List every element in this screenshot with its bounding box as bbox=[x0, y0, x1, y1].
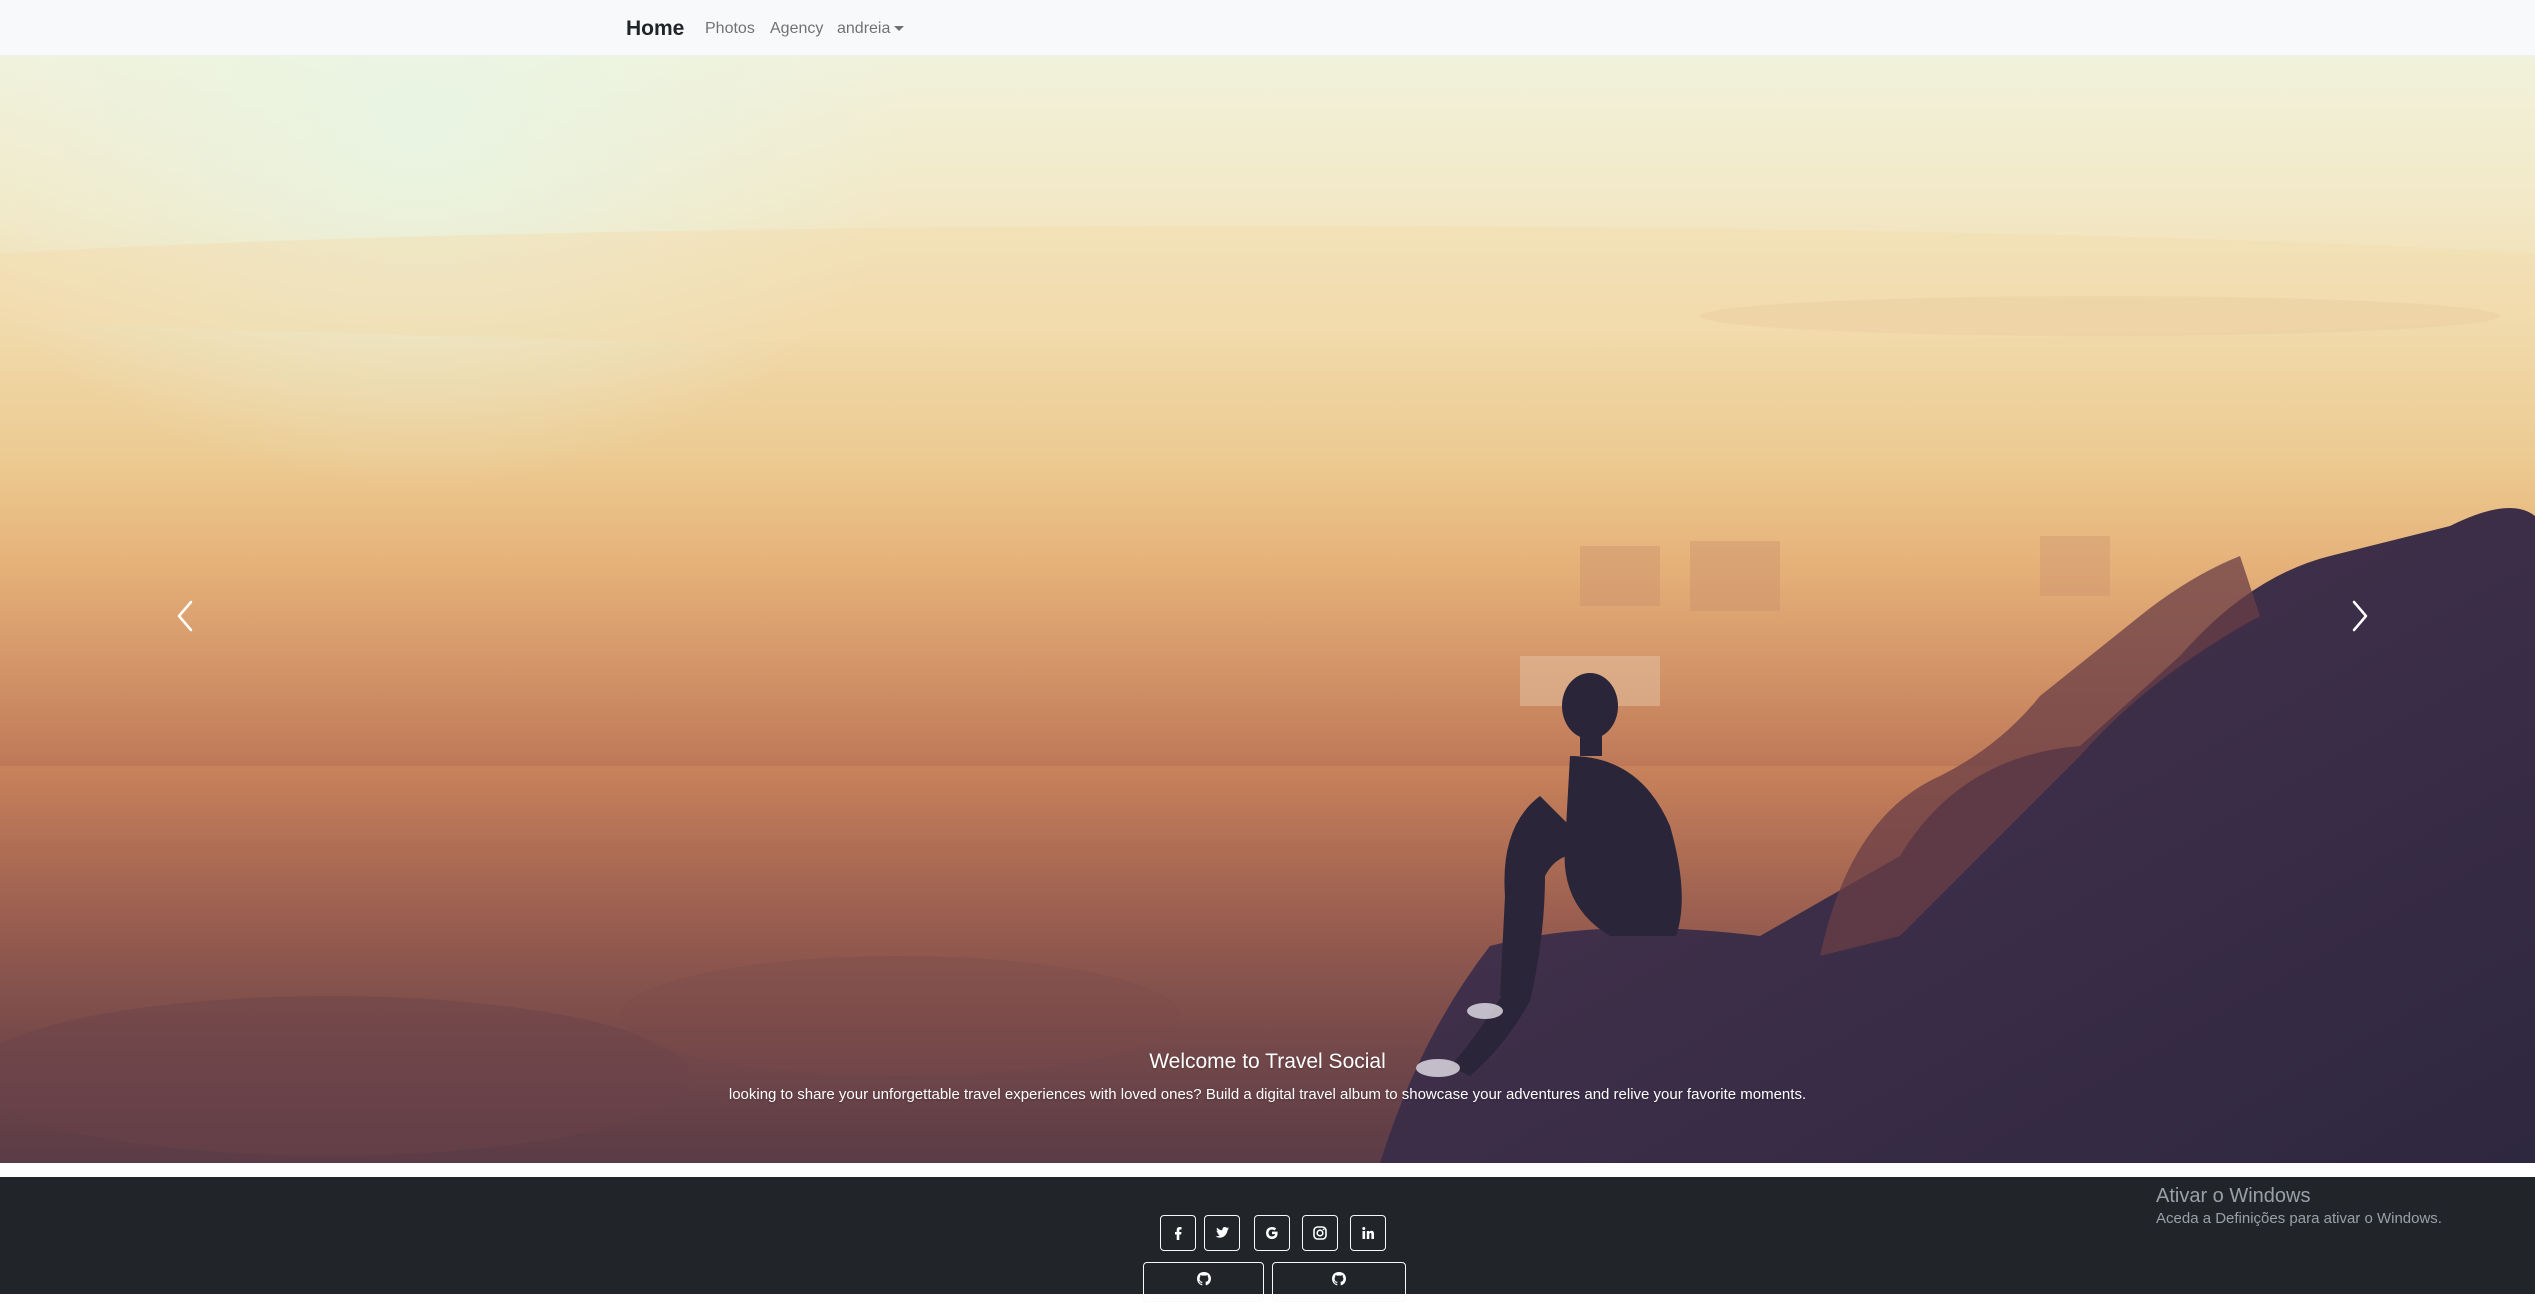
carousel-next-button[interactable] bbox=[2330, 576, 2390, 656]
facebook-button[interactable] bbox=[1160, 1215, 1196, 1251]
caret-down-icon bbox=[894, 26, 905, 32]
nav-link-agency[interactable]: Agency bbox=[770, 15, 823, 43]
chevron-right-icon bbox=[2352, 600, 2368, 632]
facebook-icon bbox=[1175, 1227, 1182, 1240]
windows-activation-watermark: Ativar o Windows Aceda a Definições para… bbox=[2156, 1183, 2442, 1229]
carousel-caption-text: looking to share your unforgettable trav… bbox=[728, 1086, 1807, 1103]
nav-link-photos[interactable]: Photos bbox=[705, 15, 755, 43]
google-icon bbox=[1266, 1227, 1278, 1239]
section-divider bbox=[0, 1163, 2535, 1177]
footer bbox=[0, 1177, 2535, 1302]
hero-image bbox=[0, 226, 2535, 1163]
windows-activation-subtitle: Aceda a Definições para ativar o Windows… bbox=[2156, 1210, 2442, 1227]
instagram-button[interactable] bbox=[1302, 1215, 1338, 1251]
carousel-prev-button[interactable] bbox=[155, 576, 215, 656]
chevron-left-icon bbox=[177, 600, 193, 632]
twitter-icon bbox=[1215, 1227, 1229, 1238]
github-button-2[interactable] bbox=[1272, 1262, 1406, 1302]
navbar: Home Photos Agency andreia bbox=[0, 0, 2535, 56]
github-icon bbox=[1332, 1272, 1346, 1286]
hero-carousel: Welcome to Travel Social looking to shar… bbox=[0, 56, 2535, 1163]
windows-activation-title: Ativar o Windows bbox=[2156, 1185, 2311, 1207]
github-icon bbox=[1196, 1272, 1211, 1286]
linkedin-icon bbox=[1362, 1227, 1374, 1239]
user-dropdown-label: andreia bbox=[837, 20, 891, 37]
linkedin-button[interactable] bbox=[1350, 1215, 1386, 1251]
twitter-button[interactable] bbox=[1204, 1215, 1240, 1251]
instagram-icon bbox=[1313, 1226, 1327, 1240]
google-button[interactable] bbox=[1254, 1215, 1290, 1251]
brand-home-link[interactable]: Home bbox=[626, 14, 684, 44]
carousel-caption-title: Welcome to Travel Social bbox=[1149, 1050, 1386, 1073]
github-button-1[interactable] bbox=[1143, 1262, 1264, 1302]
user-dropdown-toggle[interactable]: andreia bbox=[837, 15, 905, 43]
